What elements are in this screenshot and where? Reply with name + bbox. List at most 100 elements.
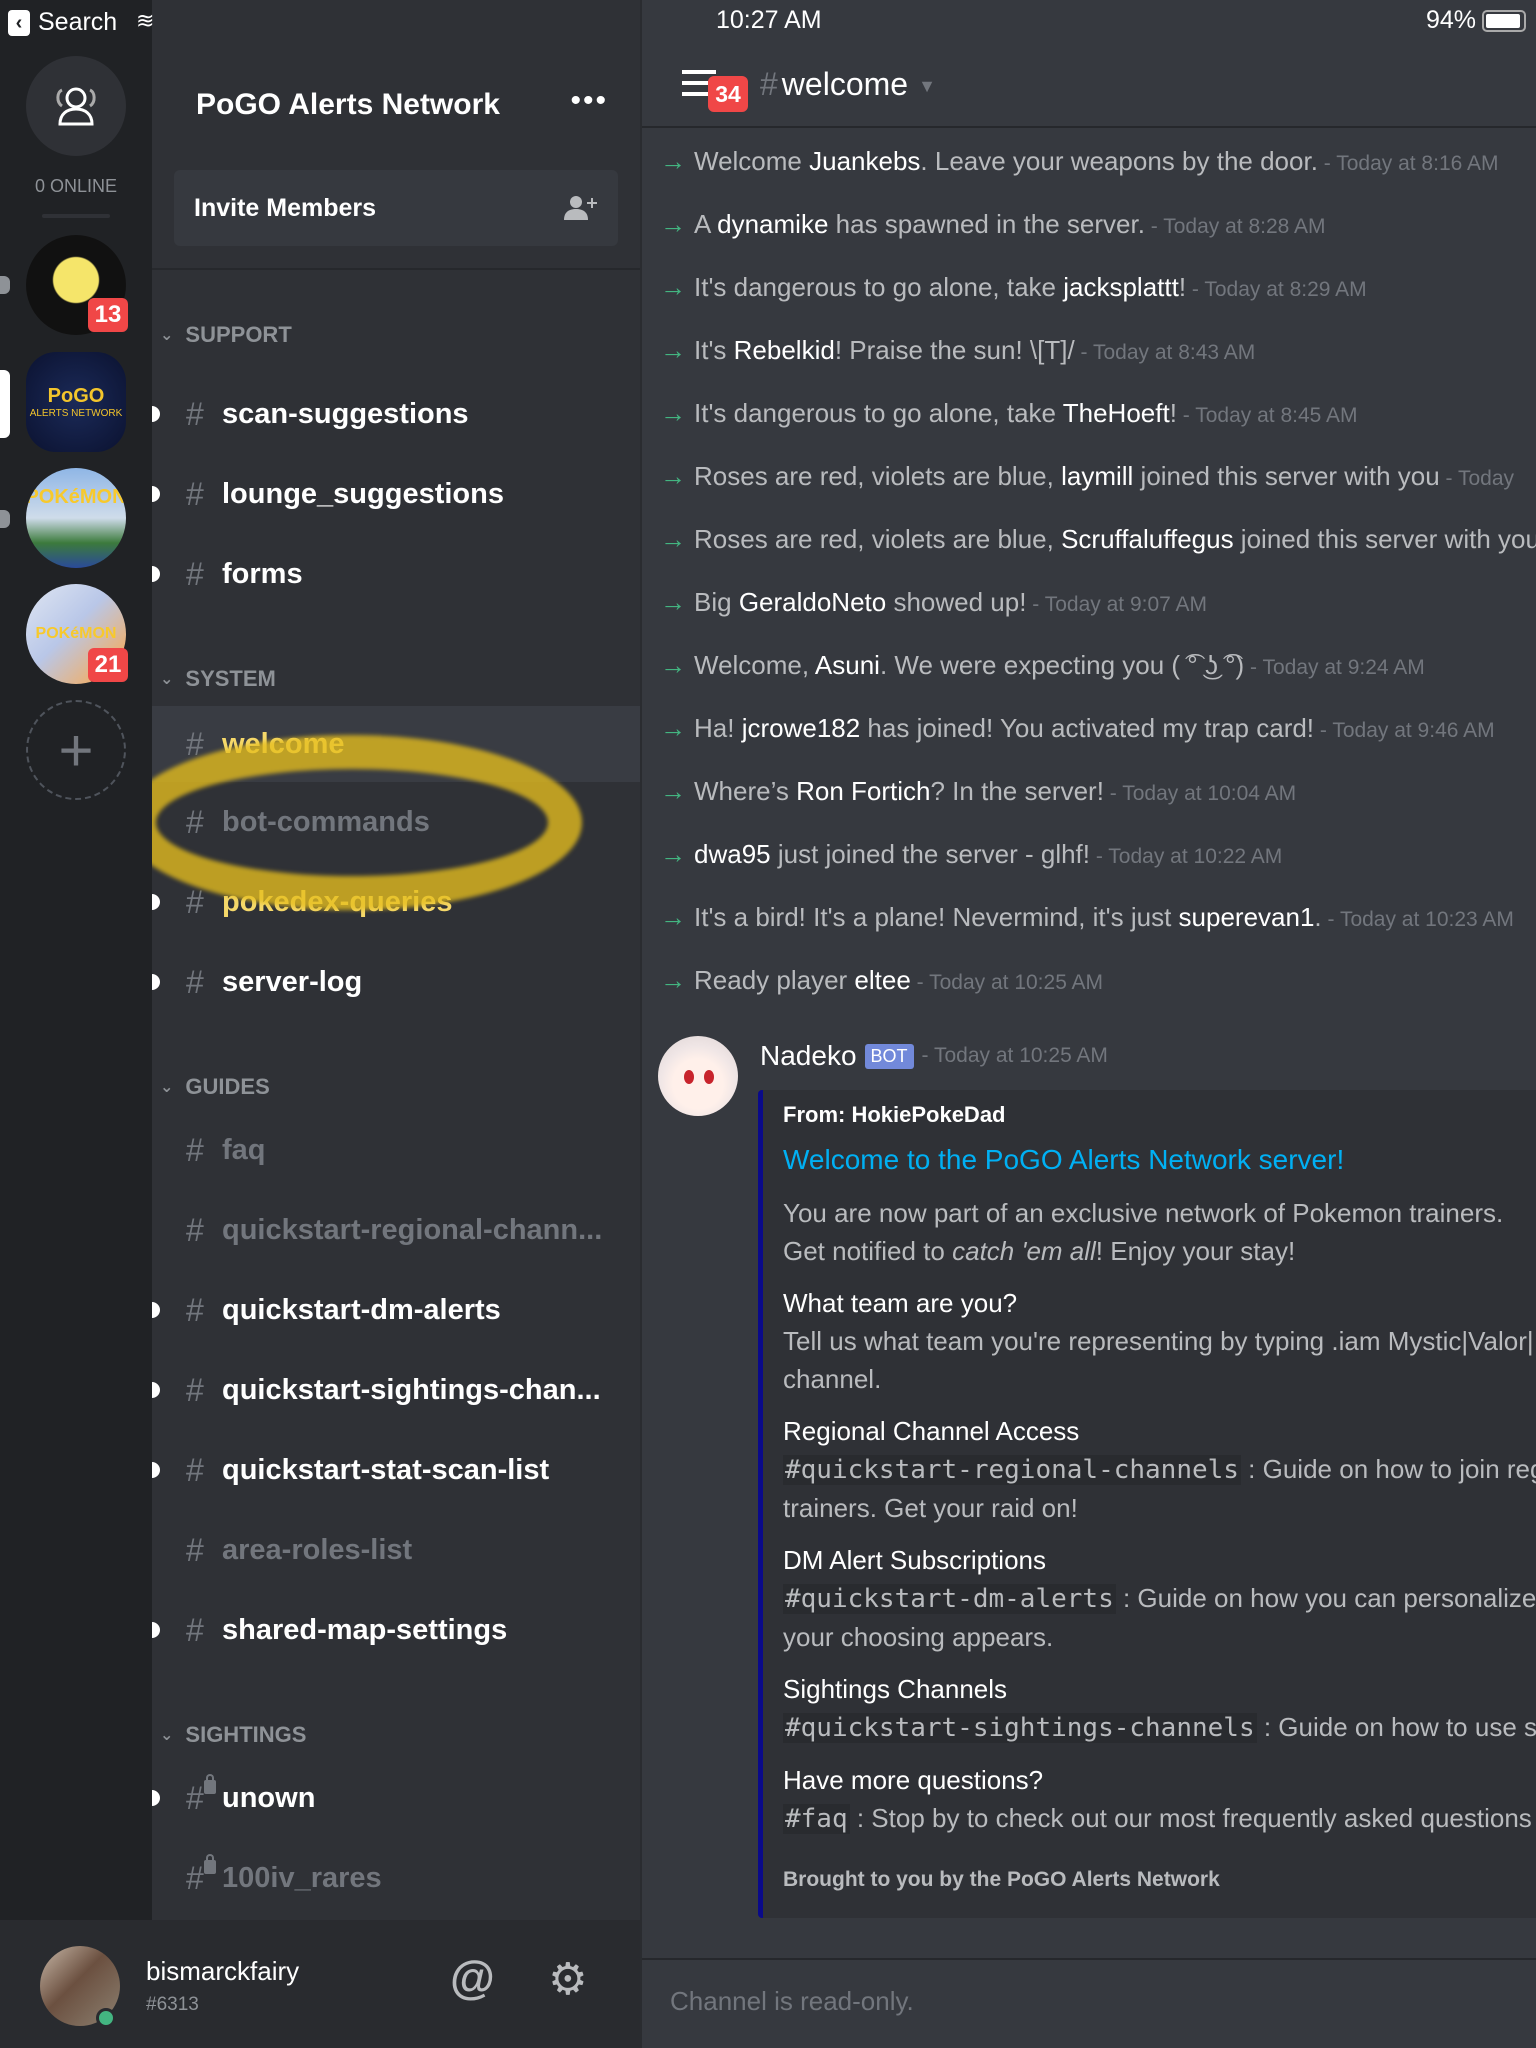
username-mention[interactable]: eltee [854,965,910,995]
channel-area-roles-list[interactable]: # area-roles-list [152,1514,640,1586]
message-text: has joined! You activated my trap card! [860,713,1315,743]
timestamp: - Today at 8:16 AM [1317,152,1499,175]
channel-quickstart-sightings[interactable]: # quickstart-sightings-chan... [152,1354,640,1426]
channel-quickstart-dm-alerts[interactable]: # quickstart-dm-alerts [152,1274,640,1346]
category-support[interactable]: ⌄ SUPPORT [160,322,292,348]
hash-icon: # [760,66,778,102]
invite-members-button[interactable]: Invite Members [174,170,618,246]
channel-scan-suggestions[interactable]: # scan-suggestions [152,378,640,450]
message-text: Roses are red, violets are blue, [694,524,1062,554]
channel-header: 34 # welcome ▼ [642,42,1536,128]
username-mention[interactable]: jacksplattt [1063,272,1179,302]
channel-name: 100iv_rares [222,1861,382,1894]
channel-bot-commands[interactable]: # bot-commands [152,786,640,858]
embed-title[interactable]: Welcome to the PoGO Alerts Network serve… [783,1144,1536,1176]
channel-mention[interactable]: #quickstart-sightings-channels [783,1713,1257,1743]
user-panel: bismarckfairy #6313 @ ⚙ [0,1920,640,2048]
status-bar: ‹ Search ≋ 10:27 AM 94% [0,0,1536,42]
system-message: → Welcome, Asuni. We were expecting you (… [660,650,1425,681]
channel-welcome[interactable]: # welcome [152,706,640,782]
message-text: It's a bird! It's a plane! Nevermind, it… [694,902,1179,932]
server-icon-pogo-alerts[interactable]: PoGO ALERTS NETWORK [26,352,126,452]
channel-unown[interactable]: # unown [152,1762,640,1834]
message-text: Roses are red, violets are blue, [694,461,1062,491]
gear-icon[interactable]: ⚙ [548,1954,587,2005]
category-sightings[interactable]: ⌄ SIGHTINGS [160,1722,306,1748]
channel-quickstart-stat-scan-list[interactable]: # quickstart-stat-scan-list [152,1434,640,1506]
embed-field-name: What team are you? [783,1288,1018,1318]
friends-icon [56,87,96,126]
timestamp: - Today at 8:29 AM [1186,278,1367,301]
embed-field-value: #quickstart-dm-alerts : Guide on how you… [783,1583,1536,1614]
channel-lounge-suggestions[interactable]: # lounge_suggestions [152,458,640,530]
channel-server-log[interactable]: # server-log [152,946,640,1018]
channel-name: lounge_suggestions [222,477,504,510]
message-text: It's [694,335,734,365]
username-mention[interactable]: superevan1 [1179,902,1315,932]
username-mention[interactable]: dynamike [717,209,828,239]
embed-field-name: Have more questions? [783,1765,1044,1795]
embed-field-value: #faq : Stop by to check out our most fre… [783,1803,1532,1834]
timestamp: - Today at 8:28 AM [1144,215,1326,238]
channel-quickstart-regional[interactable]: # quickstart-regional-chann... [152,1194,640,1266]
message-text: . We were expecting you ( ͡° ͜ʖ ͡°) [879,650,1245,680]
battery: 94% [1426,6,1526,35]
guild-name[interactable]: PoGO Alerts Network [196,88,500,122]
username-mention[interactable]: Asuni [815,650,880,680]
message-input: Channel is read-only. [642,1958,1536,2048]
battery-percent: 94% [1425,6,1476,34]
system-message: → dwa95 just joined the server - glhf! - … [660,839,1282,870]
channel-shared-map-settings[interactable]: # shared-map-settings [152,1594,640,1666]
username-mention[interactable]: Juankebs [809,146,920,176]
username-mention[interactable]: Ron Fortich [796,776,930,806]
hash-icon: # [186,803,204,840]
unread-indicator [152,894,160,910]
channel-pokedex-queries[interactable]: # pokedex-queries [152,866,640,938]
username-mention[interactable]: dwa95 [694,839,771,869]
channel-forms[interactable]: # forms [152,538,640,610]
category-system[interactable]: ⌄ SYSTEM [160,666,276,692]
channel-name: unown [222,1781,316,1814]
embed-description: You are now part of an exclusive network… [783,1198,1504,1228]
server-icon-pokemon-go-dc[interactable]: POKéMON [26,468,126,568]
hash-icon: # [186,883,204,920]
message-text: Where’s [694,776,797,806]
mentions-icon[interactable]: @ [450,1950,495,2004]
server-badge: 13 [88,298,128,332]
author-name[interactable]: Nadeko [760,1040,857,1072]
channel-100iv-rares[interactable]: #100iv_rares [152,1842,640,1914]
timestamp: - Today at 10:22 AM [1090,845,1283,868]
join-arrow-icon: → [660,524,686,554]
dropdown-icon: ▼ [918,76,936,97]
message-text: ! [1169,398,1177,428]
username: bismarckfairy [146,1956,300,1986]
username-mention[interactable]: Rebelkid [734,335,835,365]
channel-mention[interactable]: #quickstart-regional-channels [783,1455,1241,1485]
username-mention[interactable]: jcrowe182 [742,713,861,743]
hash-icon: # [186,1779,204,1816]
guild-menu-button[interactable]: ••• [570,84,608,118]
username-mention[interactable]: TheHoeft [1063,398,1170,428]
channel-faq[interactable]: # faq [152,1114,640,1186]
channel-mention[interactable]: #faq [783,1804,850,1834]
channel-name: quickstart-dm-alerts [222,1293,501,1326]
username-mention[interactable]: laymill [1061,461,1133,491]
direct-messages-button[interactable] [26,56,126,156]
plus-icon: + [58,716,94,784]
unread-indicator [152,486,160,502]
back-to-search[interactable]: ‹ Search [8,8,117,37]
channel-name: bot-commands [222,805,430,838]
bot-avatar[interactable] [658,1036,738,1116]
username-mention[interactable]: Scruffaluffegus [1061,524,1234,554]
channel-title[interactable]: # welcome ▼ [760,66,936,103]
channel-mention[interactable]: #quickstart-dm-alerts [783,1584,1116,1614]
category-guides[interactable]: ⌄ GUIDES [160,1074,270,1100]
category-label: SIGHTINGS [185,1722,307,1747]
embed-author: From: HokiePokeDad [783,1102,1006,1127]
username-mention[interactable]: GeraldoNeto [739,587,886,617]
chat-area: 34 # welcome ▼ → Welcome Juankebs. Leave yo… [640,0,1536,2048]
add-server-button[interactable]: + [26,700,126,800]
timestamp: - Today at 10:25 AM [921,1044,1108,1067]
embed-field-value: #quickstart-sightings-channels : Guide o… [783,1712,1536,1743]
channel-name: faq [222,1133,266,1166]
